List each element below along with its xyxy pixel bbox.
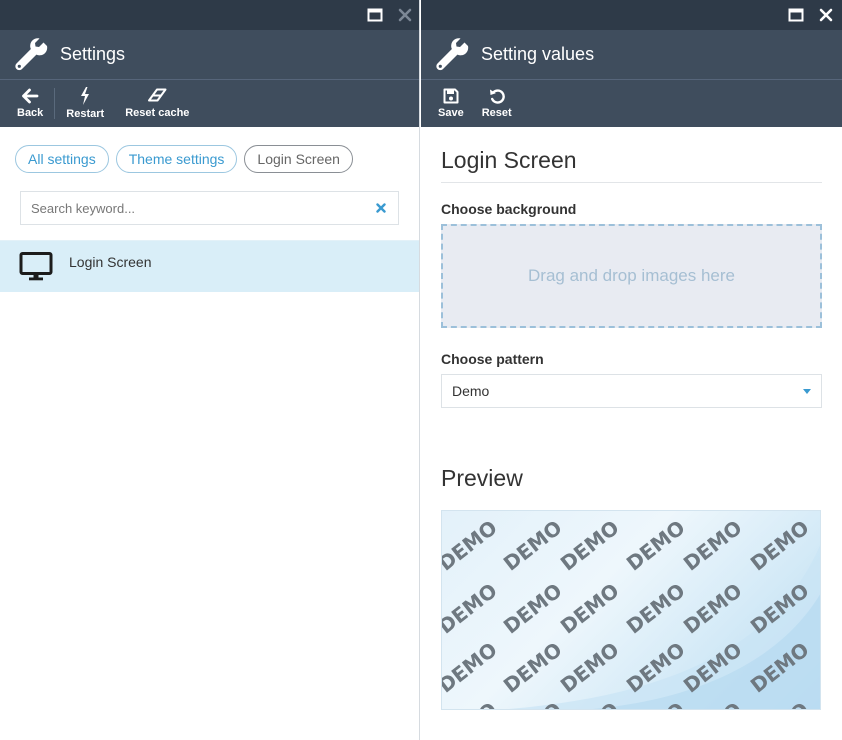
right-toolbar: Save Reset xyxy=(421,80,842,127)
pattern-select-value: Demo xyxy=(452,383,490,399)
search-box xyxy=(20,191,399,225)
search-input[interactable] xyxy=(31,200,374,216)
setting-values-content: Login Screen Choose background Drag and … xyxy=(421,127,842,710)
watermark-text: DEMO xyxy=(499,637,567,697)
setting-values-panel: Setting values Save Reset Login Screen C… xyxy=(421,0,842,740)
right-titlebar xyxy=(421,0,842,30)
list-item-label: Login Screen xyxy=(69,254,152,270)
monitor-icon xyxy=(19,252,53,281)
reset-label: Reset xyxy=(481,107,512,119)
watermark-text: DEMO xyxy=(499,578,567,638)
filter-chips: All settings Theme settings Login Screen xyxy=(0,127,419,173)
pattern-select[interactable]: Demo xyxy=(441,374,822,408)
list-item-login-screen[interactable]: Login Screen xyxy=(0,240,419,292)
save-button[interactable]: Save xyxy=(429,80,473,127)
toolbar-divider xyxy=(54,88,56,119)
undo-icon xyxy=(489,89,505,104)
watermark-text: DEMO xyxy=(442,697,502,710)
restart-label: Restart xyxy=(66,108,105,120)
dropzone-text: Drag and drop images here xyxy=(528,266,735,285)
watermark-text: DEMO xyxy=(679,578,747,638)
chip-theme-settings[interactable]: Theme settings xyxy=(115,145,238,173)
maximize-icon xyxy=(367,8,383,22)
watermark-text: DEMO xyxy=(556,637,624,697)
settings-panel: Settings Back Restart Reset cache All se… xyxy=(0,0,420,740)
save-label: Save xyxy=(438,107,464,119)
floppy-disk-icon xyxy=(443,88,459,104)
image-dropzone[interactable]: Drag and drop images here xyxy=(441,224,822,328)
watermark-text: DEMO xyxy=(679,515,747,575)
watermark-text: DEMO xyxy=(746,515,814,575)
watermark-text: DEMO xyxy=(442,515,502,575)
eraser-icon xyxy=(148,88,167,102)
wrench-icon xyxy=(15,37,48,70)
preview-title: Preview xyxy=(441,465,523,491)
maximize-button[interactable] xyxy=(367,7,383,23)
watermark-text: DEMO xyxy=(622,515,690,575)
close-button[interactable] xyxy=(818,7,834,23)
left-toolbar: Back Restart Reset cache xyxy=(0,80,419,127)
lightning-icon xyxy=(81,87,90,105)
chevron-down-icon xyxy=(803,389,811,394)
reset-cache-label: Reset cache xyxy=(125,107,190,119)
reset-button[interactable]: Reset xyxy=(473,80,521,127)
chip-all-settings[interactable]: All settings xyxy=(15,145,109,173)
back-label: Back xyxy=(17,107,44,119)
watermark-text: DEMO xyxy=(622,578,690,638)
left-header: Settings xyxy=(0,30,419,80)
close-button[interactable] xyxy=(397,7,413,23)
section-title: Login Screen xyxy=(441,147,822,183)
maximize-button[interactable] xyxy=(788,7,804,23)
watermark-text: DEMO xyxy=(442,578,502,638)
watermark-text: DEMO xyxy=(556,578,624,638)
demo-pattern-preview: DEMODEMODEMODEMODEMO DEMODEMODEMODEMODEMO… xyxy=(442,515,820,710)
clear-icon[interactable] xyxy=(374,201,388,215)
right-header-title: Setting values xyxy=(481,44,595,64)
watermark-text: DEMO xyxy=(442,637,502,697)
watermark-text: DEMO xyxy=(556,515,624,575)
pattern-label: Choose pattern xyxy=(441,351,544,367)
reset-cache-button[interactable]: Reset cache xyxy=(113,80,198,127)
chip-login-screen[interactable]: Login Screen xyxy=(244,145,353,173)
maximize-icon xyxy=(788,8,804,22)
right-header: Setting values xyxy=(421,30,842,80)
left-titlebar xyxy=(0,0,419,30)
close-icon xyxy=(819,8,833,22)
watermark-text: DEMO xyxy=(499,515,567,575)
arrow-left-icon xyxy=(22,88,39,104)
wrench-icon xyxy=(436,37,469,70)
back-button[interactable]: Back xyxy=(8,80,52,127)
close-icon xyxy=(398,8,412,22)
background-label: Choose background xyxy=(441,201,577,217)
left-header-title: Settings xyxy=(60,44,126,64)
preview-image: DEMO DEMO DEMO DEMO DEMO DEMO DEMO DEMO DEMO DEMO… xyxy=(441,510,821,710)
restart-button[interactable]: Restart xyxy=(57,80,113,127)
